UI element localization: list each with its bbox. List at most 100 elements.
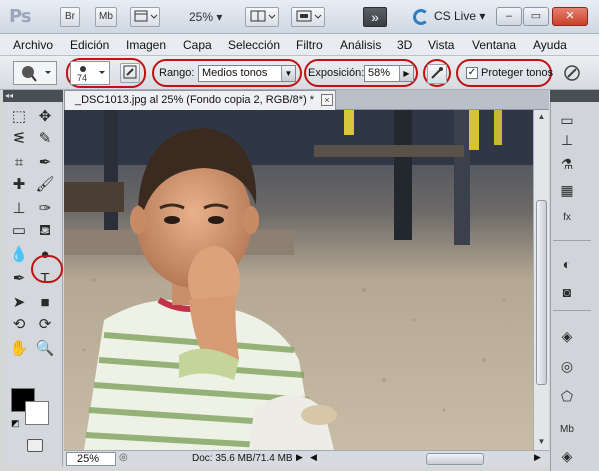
3d-rotate-tool-icon[interactable]: ⟲: [8, 314, 30, 336]
tools-panel-header[interactable]: ◂◂: [3, 90, 63, 102]
path-selection-tool-icon[interactable]: ➤: [8, 292, 30, 314]
airbrush-button[interactable]: [427, 64, 447, 84]
paint-bucket-tool-icon[interactable]: ⛾: [34, 220, 56, 242]
exposure-label: Exposición:: [308, 67, 365, 79]
panel-dock-header[interactable]: [550, 90, 599, 102]
layers-icon[interactable]: ◈: [556, 326, 578, 346]
sponge-preset-icon: [22, 66, 51, 82]
masks-icon[interactable]: ◙: [556, 282, 578, 302]
vertical-scrollbar[interactable]: ▲ ▼: [533, 110, 549, 450]
mini-bridge-icon[interactable]: Mb: [556, 420, 578, 440]
document-tab[interactable]: _DSC1013.jpg al 25% (Fondo copia 2, RGB/…: [64, 90, 336, 110]
color-icon[interactable]: ◈: [556, 446, 578, 466]
document-tab-title: _DSC1013.jpg al 25% (Fondo copia 2, RGB/…: [75, 94, 315, 106]
sponge-tool-highlight-ring: [31, 255, 63, 283]
healing-brush-tool-icon[interactable]: ✚: [8, 174, 30, 196]
document-canvas[interactable]: [64, 110, 533, 450]
zoom-tool-icon[interactable]: 🔍: [34, 338, 56, 360]
status-zoom-field[interactable]: 25%: [66, 452, 116, 466]
brush-preset-picker[interactable]: [70, 61, 110, 85]
eraser-tool-icon[interactable]: ▭: [8, 220, 30, 242]
scroll-right-icon[interactable]: ▶: [534, 452, 541, 463]
scroll-up-icon[interactable]: ▲: [534, 110, 549, 124]
menu-edicion[interactable]: Edición: [70, 38, 109, 52]
view-extras-button[interactable]: [130, 7, 160, 27]
3d-orbit-tool-icon[interactable]: ⟳: [34, 314, 56, 336]
zoom-level-menu[interactable]: 25% ▾: [189, 10, 222, 24]
view-extras-icon: [134, 10, 158, 22]
mini-bridge-button[interactable]: Mb: [95, 7, 117, 27]
exposure-field[interactable]: 58% ▶: [364, 65, 414, 82]
clone-source-icon[interactable]: ⊥: [556, 130, 578, 150]
background-color-swatch[interactable]: [25, 401, 49, 425]
marquee-tool-icon[interactable]: ⬚: [8, 106, 30, 128]
history-brush-tool-icon[interactable]: ✑: [34, 198, 56, 220]
brush-panel-button[interactable]: [120, 63, 140, 83]
screen-mode-icon: [296, 10, 322, 22]
tool-preset-picker[interactable]: [13, 61, 57, 85]
range-select[interactable]: Medios tonos ▼: [198, 65, 296, 82]
chevron-right-icon: ▶: [399, 66, 413, 81]
channels-icon[interactable]: ◎: [556, 356, 578, 376]
bridge-button[interactable]: Br: [60, 7, 80, 27]
photo-image: [64, 110, 533, 450]
workspace-more-button[interactable]: »: [363, 7, 387, 27]
menu-archivo[interactable]: Archivo: [13, 38, 53, 52]
styles-icon[interactable]: fx: [556, 208, 578, 228]
swap-colors-icon[interactable]: ◩: [11, 418, 20, 429]
blur-tool-icon[interactable]: 💧: [8, 244, 30, 266]
brush-panel-icon: [123, 65, 137, 79]
close-document-icon[interactable]: ×: [321, 94, 333, 106]
paths-icon[interactable]: ⬠: [556, 386, 578, 406]
tool-presets-icon[interactable]: ⚗: [556, 154, 578, 174]
tablet-pressure-button[interactable]: [562, 63, 582, 83]
status-info-icon[interactable]: ◎: [119, 452, 128, 463]
maximize-button[interactable]: ▭: [523, 7, 549, 26]
brush-size-value: 74: [77, 73, 88, 83]
rectangle-tool-icon[interactable]: ■: [34, 292, 56, 314]
minimize-button[interactable]: –: [496, 7, 522, 26]
menu-vista[interactable]: Vista: [428, 38, 454, 52]
lasso-tool-icon[interactable]: ᓬ: [8, 128, 30, 150]
close-window-button[interactable]: ✕: [552, 7, 588, 26]
clone-stamp-tool-icon[interactable]: ⊥: [8, 198, 30, 220]
menu-3d[interactable]: 3D: [397, 38, 412, 52]
menu-imagen[interactable]: Imagen: [126, 38, 166, 52]
airbrush-icon: [431, 67, 443, 79]
protect-tones-checkbox[interactable]: ✓: [466, 67, 478, 79]
vertical-scroll-thumb[interactable]: [536, 200, 547, 385]
status-menu-arrow-icon[interactable]: ▶: [296, 452, 303, 463]
range-value: Medios tonos: [202, 67, 268, 79]
menu-seleccion[interactable]: Selección: [228, 38, 280, 52]
swatches-icon[interactable]: ▦: [556, 180, 578, 200]
scroll-down-icon[interactable]: ▼: [534, 435, 549, 449]
zoom-level-value: 25%: [189, 10, 214, 24]
dock-separator: [553, 240, 591, 241]
photoshop-logo: Ps: [9, 6, 32, 27]
quick-mask-button[interactable]: [27, 439, 43, 452]
adjustments-icon[interactable]: ◐: [556, 254, 578, 274]
exposure-value: 58%: [368, 67, 391, 79]
menu-capa[interactable]: Capa: [183, 38, 212, 52]
screen-mode-button[interactable]: [291, 7, 325, 27]
arrange-documents-icon: [250, 10, 276, 22]
layers-comp-icon[interactable]: ▭: [556, 110, 578, 130]
scroll-left-icon[interactable]: ◀: [310, 452, 317, 463]
cs-live-icon: [413, 9, 429, 25]
cs-live-menu[interactable]: CS Live ▾: [434, 9, 485, 23]
menu-filtro[interactable]: Filtro: [296, 38, 323, 52]
menu-analisis[interactable]: Análisis: [340, 38, 381, 52]
move-tool-icon[interactable]: ✥: [34, 106, 56, 128]
crop-tool-icon[interactable]: ⌗: [8, 152, 30, 174]
options-bar: 74 Rango: Medios tonos ▼ Exposición: 58%…: [0, 56, 599, 90]
menu-ventana[interactable]: Ventana: [472, 38, 516, 52]
menu-ayuda[interactable]: Ayuda: [533, 38, 567, 52]
quick-selection-tool-icon[interactable]: ✎: [34, 128, 56, 150]
brush-tool-icon[interactable]: 🖌: [34, 174, 56, 196]
chevron-down-icon: ▼: [281, 66, 295, 81]
arrange-documents-button[interactable]: [245, 7, 279, 27]
eyedropper-tool-icon[interactable]: ✒: [34, 152, 56, 174]
pen-tool-icon[interactable]: ✒: [8, 268, 30, 290]
horizontal-scroll-thumb[interactable]: [426, 453, 484, 465]
hand-tool-icon[interactable]: ✋: [8, 338, 30, 360]
